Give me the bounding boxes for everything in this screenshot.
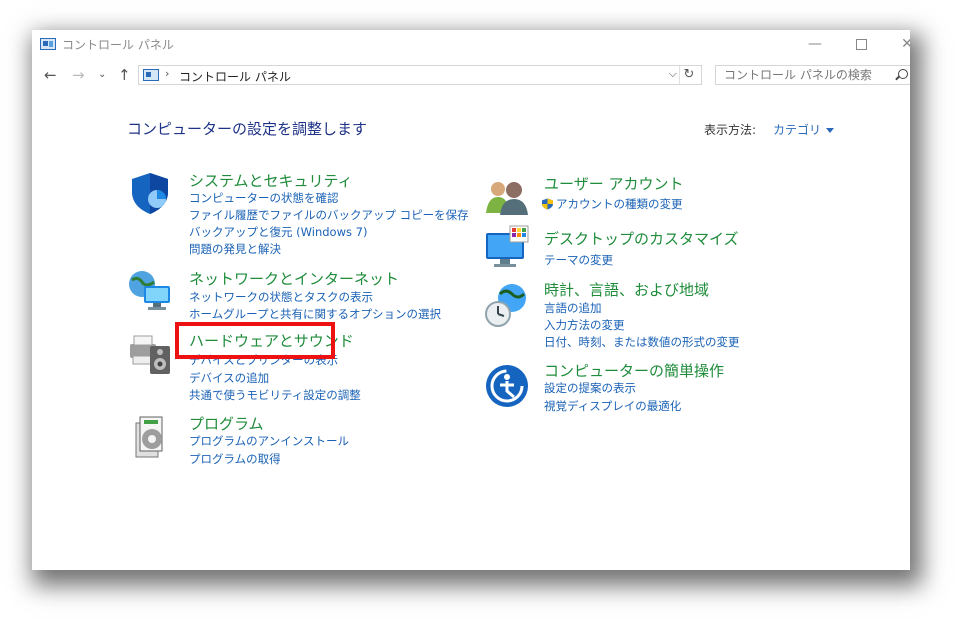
network-globe-icon[interactable] bbox=[128, 268, 174, 314]
link-mobility-settings[interactable]: 共通で使うモビリティ設定の調整 bbox=[189, 387, 361, 403]
programs-icon[interactable] bbox=[130, 415, 176, 461]
ease-of-access-icon[interactable] bbox=[484, 363, 530, 409]
uac-shield-icon bbox=[542, 198, 553, 210]
up-button[interactable]: ↑ bbox=[118, 64, 131, 86]
category-title-desktop-customize[interactable]: デスクトップのカスタマイズ bbox=[544, 228, 739, 249]
printer-speaker-icon[interactable] bbox=[128, 330, 174, 376]
title-bar: コントロール パネル — ✕ bbox=[32, 30, 910, 58]
link-backup-restore[interactable]: バックアップと復元 (Windows 7) bbox=[189, 224, 367, 240]
chevron-down-icon bbox=[826, 128, 835, 133]
desktop-personalize-icon[interactable] bbox=[484, 225, 530, 271]
navigation-bar: ← → ⌄ ↑ › コントロール パネル ⌵ ↻ bbox=[32, 62, 910, 88]
link-suggested-settings[interactable]: 設定の提案の表示 bbox=[544, 380, 636, 396]
recent-locations-button[interactable]: ⌄ bbox=[98, 64, 106, 86]
link-change-input-method[interactable]: 入力方法の変更 bbox=[544, 317, 625, 333]
view-by-value: カテゴリ bbox=[773, 123, 822, 137]
control-panel-icon bbox=[143, 69, 159, 81]
maximize-icon bbox=[855, 39, 867, 50]
category-title-clock-language-region[interactable]: 時計、言語、および地域 bbox=[544, 279, 709, 300]
category-title-network-internet[interactable]: ネットワークとインターネット bbox=[189, 268, 399, 289]
users-icon[interactable] bbox=[484, 175, 530, 221]
close-button[interactable]: ✕ bbox=[884, 32, 910, 56]
link-check-status[interactable]: コンピューターの状態を確認 bbox=[189, 190, 339, 206]
category-title-system-security[interactable]: システムとセキュリティ bbox=[189, 170, 353, 191]
view-by-dropdown[interactable]: カテゴリ bbox=[773, 121, 835, 138]
address-dropdown-button[interactable]: ⌵ bbox=[669, 67, 677, 81]
breadcrumb-separator: › bbox=[165, 67, 170, 80]
search-icon[interactable] bbox=[898, 69, 908, 79]
link-file-history[interactable]: ファイル履歴でファイルのバックアップ コピーを保存 bbox=[189, 207, 469, 223]
control-panel-window: コントロール パネル — ✕ ← → ⌄ ↑ › コントロール パネル ⌵ ↻ … bbox=[32, 30, 910, 570]
search-box[interactable] bbox=[715, 65, 910, 85]
link-get-programs[interactable]: プログラムの取得 bbox=[189, 451, 281, 467]
forward-button[interactable]: → bbox=[72, 64, 85, 86]
page-title: コンピューターの設定を調整します bbox=[127, 120, 368, 138]
link-change-account-type[interactable]: アカウントの種類の変更 bbox=[542, 196, 683, 212]
category-title-user-accounts[interactable]: ユーザー アカウント bbox=[544, 173, 683, 194]
link-devices-printers[interactable]: デバイスとプリンターの表示 bbox=[189, 352, 338, 368]
link-uninstall-program[interactable]: プログラムのアンインストール bbox=[189, 433, 349, 449]
breadcrumb-control-panel[interactable]: コントロール パネル bbox=[179, 68, 291, 85]
link-network-status[interactable]: ネットワークの状態とタスクの表示 bbox=[189, 289, 373, 305]
refresh-button[interactable]: ↻ bbox=[679, 66, 698, 84]
category-title-ease-of-access[interactable]: コンピューターの簡単操作 bbox=[544, 360, 724, 381]
link-add-device[interactable]: デバイスの追加 bbox=[189, 370, 269, 386]
category-title-hardware-sound[interactable]: ハードウェアとサウンド bbox=[189, 330, 354, 351]
window-title: コントロール パネル bbox=[62, 38, 174, 52]
address-bar[interactable]: › コントロール パネル ⌵ ↻ bbox=[138, 65, 702, 85]
link-change-date-format[interactable]: 日付、時刻、または数値の形式の変更 bbox=[544, 334, 740, 350]
link-change-account-type-label: アカウントの種類の変更 bbox=[556, 197, 683, 211]
link-optimize-display[interactable]: 視覚ディスプレイの最適化 bbox=[544, 398, 681, 414]
search-input[interactable] bbox=[724, 68, 894, 82]
view-by-label: 表示方法: bbox=[704, 123, 757, 137]
clock-globe-icon[interactable] bbox=[484, 282, 530, 328]
category-title-programs[interactable]: プログラム bbox=[189, 413, 264, 434]
link-troubleshoot[interactable]: 問題の発見と解決 bbox=[189, 241, 281, 257]
link-change-theme[interactable]: テーマの変更 bbox=[544, 252, 613, 268]
control-panel-icon bbox=[40, 38, 56, 50]
shield-icon[interactable] bbox=[128, 170, 174, 216]
link-add-language[interactable]: 言語の追加 bbox=[544, 300, 602, 316]
link-homegroup-options[interactable]: ホームグループと共有に関するオプションの選択 bbox=[189, 306, 441, 322]
maximize-button[interactable] bbox=[838, 32, 884, 56]
minimize-button[interactable]: — bbox=[792, 32, 838, 56]
back-button[interactable]: ← bbox=[44, 64, 57, 86]
